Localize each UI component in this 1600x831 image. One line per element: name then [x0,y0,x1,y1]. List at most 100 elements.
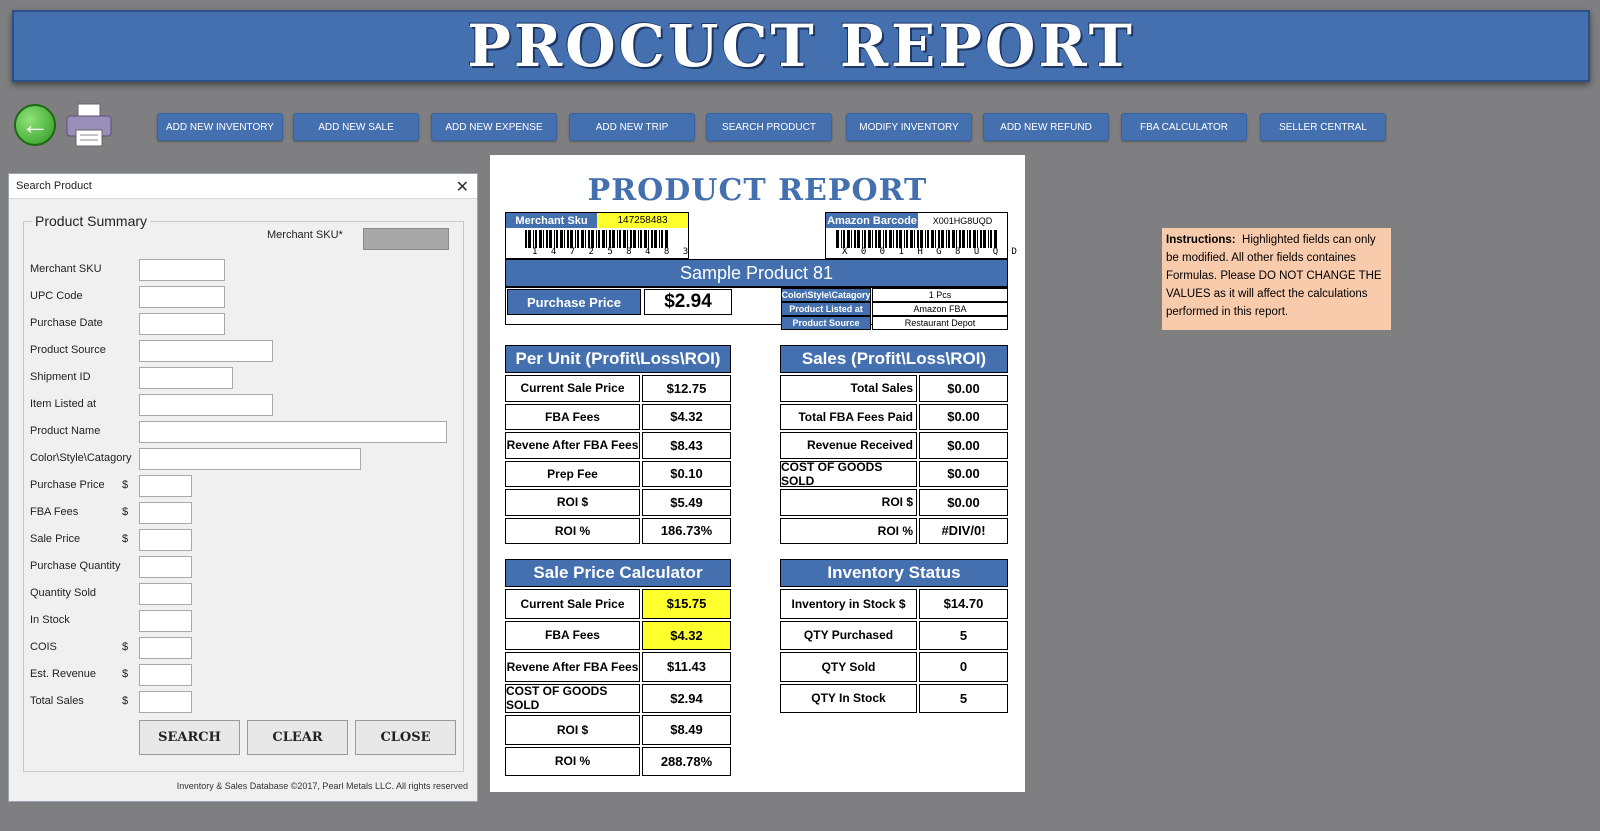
fba-calculator-button[interactable]: FBA CALCULATOR [1121,113,1247,141]
modify-inventory-button[interactable]: MODIFY INVENTORY [846,113,972,141]
per_unit-row-value: $12.75 [642,375,731,402]
purchase-price-label: Purchase Price [507,289,641,315]
field-input[interactable] [139,340,273,362]
barcode-bar [588,230,590,248]
merchant-sku-barcode [525,230,668,248]
barcode-bar [533,230,534,248]
close-icon[interactable]: ✕ [456,177,469,197]
banner: PROCUCT REPORT [12,10,1590,82]
field-input[interactable] [139,556,192,578]
inventory-table-title: Inventory Status [780,559,1008,587]
clear-button[interactable]: CLEAR [247,720,348,755]
barcode-bar [862,230,863,248]
barcode-bar [925,230,926,248]
amazon-barcode-digits: X 0 0 1 H G 8 U Q D [842,247,1021,257]
sales-row-value: $0.00 [919,403,1008,430]
per_unit-table-title: Per Unit (Profit\Loss\ROI) [505,345,731,373]
dialog-title: Search Product [16,180,92,192]
barcode-bar [665,230,668,248]
barcode-bar [651,230,653,248]
merchant-sku-lookup-input[interactable] [363,228,449,250]
field-input[interactable] [139,691,192,713]
search-button[interactable]: SEARCH [139,720,240,755]
field-input[interactable] [139,502,192,524]
dollar-sign: $ [122,506,129,518]
field-label: Product Name [30,425,101,437]
field-label: Merchant SKU [30,263,102,275]
seller-central-button[interactable]: SELLER CENTRAL [1260,113,1386,141]
field-input[interactable] [139,286,225,308]
copyright-text: Inventory & Sales Database ©2017, Pearl … [176,781,468,791]
back-arrow-icon[interactable]: ← [14,104,56,146]
field-label: Total Sales [30,695,84,707]
field-input[interactable] [139,394,273,416]
calculator-row-value: 288.78% [642,746,731,776]
inventory-row-value: 5 [919,620,1008,650]
barcode-bar [847,230,850,248]
detail-label: Color\Style\Catagory [781,288,871,302]
inventory-row-label: QTY Sold [780,652,917,682]
field-input[interactable] [139,259,225,281]
dollar-sign: $ [122,533,129,545]
add-new-inventory-button[interactable]: ADD NEW INVENTORY [157,113,283,141]
barcode-bar [640,230,642,248]
barcode-bar [899,230,902,248]
add-new-refund-button[interactable]: ADD NEW REFUND [983,113,1109,141]
barcode-bar [575,230,576,248]
field-input[interactable] [139,448,361,470]
barcode-bar [893,230,894,248]
barcode-bar [661,230,663,248]
barcode-bar [931,230,934,248]
barcode-bar [570,230,573,248]
barcode-bar [539,230,542,248]
field-input[interactable] [139,421,447,443]
field-input[interactable] [139,664,192,686]
barcode-bar [638,230,639,248]
calculator-row-label: ROI % [505,746,640,776]
sales-row-label: COST OF GOODS SOLD [780,460,917,488]
field-input[interactable] [139,637,192,659]
calculator-row-label: Revene After FBA Fees [505,652,640,682]
field-input[interactable] [139,529,192,551]
barcode-bar [598,230,600,248]
per_unit-row-value: 186.73% [642,517,731,544]
barcode-bar [885,230,887,248]
barcode-bar [633,230,636,248]
dollar-sign: $ [122,479,129,491]
add-new-sale-button[interactable]: ADD NEW SALE [293,113,419,141]
per_unit-row-value: $8.43 [642,432,731,459]
add-new-expense-button[interactable]: ADD NEW EXPENSE [431,113,557,141]
add-new-trip-button[interactable]: ADD NEW TRIP [569,113,695,141]
barcode-bar [904,230,905,248]
field-label: FBA Fees [30,506,79,518]
barcode-bar [644,230,647,248]
barcode-bar [854,230,856,248]
calculator-row-value[interactable]: $15.75 [642,589,731,619]
printer-icon[interactable] [64,102,114,148]
barcode-bar [980,230,982,248]
barcode-bar [914,230,915,248]
field-label: In Stock [30,614,70,626]
field-input[interactable] [139,475,192,497]
barcode-bar [546,230,548,248]
barcode-bar [920,230,923,248]
barcode-bar [654,230,657,248]
field-input[interactable] [139,313,225,335]
barcode-bar [843,230,845,248]
field-input[interactable] [139,583,192,605]
barcode-bar [585,230,586,248]
close-button[interactable]: CLOSE [355,720,456,755]
barcode-bar [841,230,842,248]
calculator-row-label: COST OF GOODS SOLD [505,683,640,713]
instructions-note: Instructions: Highlighted fields can onl… [1162,228,1391,330]
dollar-sign: $ [122,668,129,680]
sales-row-label: Total FBA Fees Paid [780,403,917,430]
field-input[interactable] [139,367,233,389]
barcode-bar [619,230,621,248]
per_unit-row-value: $4.32 [642,403,731,430]
calculator-row-value[interactable]: $4.32 [642,620,731,650]
field-input[interactable] [139,610,192,632]
search-product-button[interactable]: SEARCH PRODUCT [706,113,832,141]
barcode-bar [990,230,992,248]
detail-label: Product Source [781,316,871,330]
